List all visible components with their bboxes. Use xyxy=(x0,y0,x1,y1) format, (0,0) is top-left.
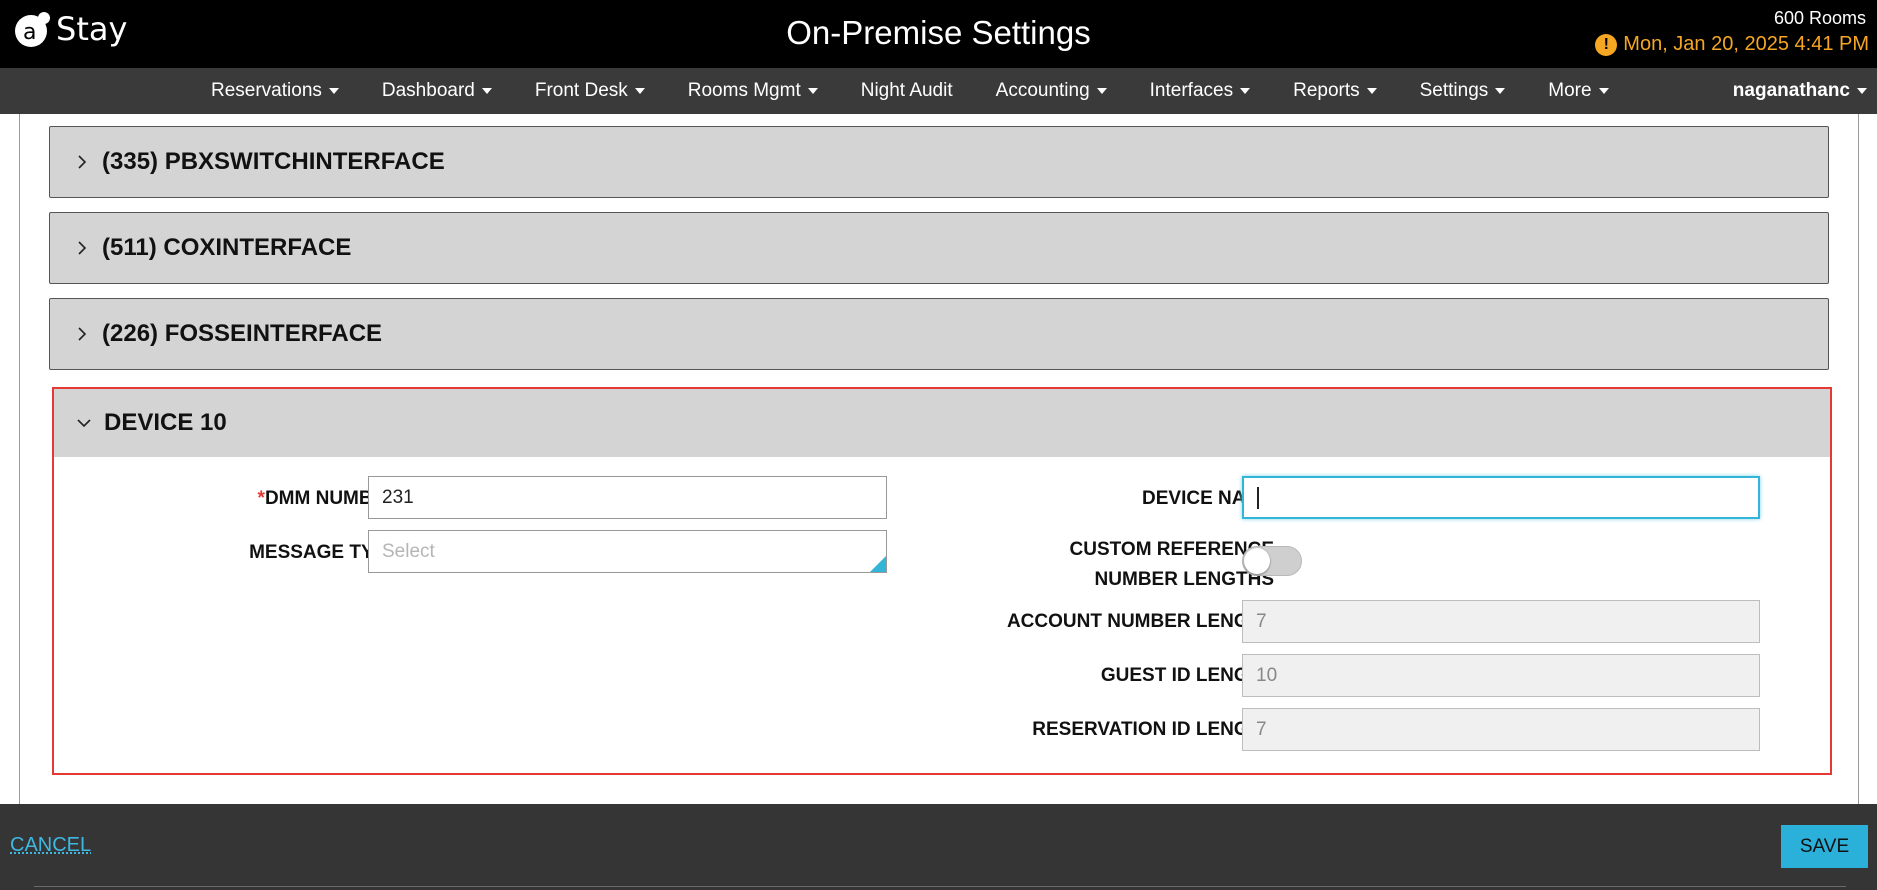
nav-item-front-desk[interactable]: Front Desk xyxy=(535,80,645,102)
main-nav: Reservations Dashboard Front Desk Rooms … xyxy=(0,68,1877,114)
user-menu[interactable]: naganathanc xyxy=(1733,68,1867,114)
reservation-id-length-value: 7 xyxy=(1256,718,1267,740)
nav-item-reservations[interactable]: Reservations xyxy=(211,80,339,102)
account-number-length-input: 7 xyxy=(1242,600,1760,643)
guest-id-length-value: 10 xyxy=(1256,664,1278,686)
chevron-down-icon xyxy=(72,411,96,435)
caret-down-icon xyxy=(1366,88,1377,94)
caret-down-icon xyxy=(1857,88,1867,94)
user-name: naganathanc xyxy=(1732,80,1850,101)
guest-id-length-label: GUEST ID LENGTH xyxy=(1100,665,1274,686)
account-number-length-label: ACCOUNT NUMBER LENGTH xyxy=(1006,611,1274,632)
panel-title: (511) COXINTERFACE xyxy=(102,234,352,261)
caret-down-icon xyxy=(1096,88,1107,94)
caret-down-icon xyxy=(1598,88,1609,94)
alert-icon[interactable]: ! xyxy=(1595,33,1618,56)
cancel-button[interactable]: CANCEL xyxy=(10,834,91,857)
required-marker: * xyxy=(257,488,265,509)
panel-header-pbxswitch[interactable]: (335) PBXSWITCHINTERFACE xyxy=(49,126,1829,198)
device-panel: DEVICE 10 *DMM NUMBER 231 MESSAGE TYPE S… xyxy=(52,387,1832,775)
save-button[interactable]: SAVE xyxy=(1781,825,1868,868)
nav-item-accounting[interactable]: Accounting xyxy=(996,80,1107,102)
business-date-text: Mon, Jan 20, 2025 4:41 PM xyxy=(1623,33,1869,55)
account-number-length-value: 7 xyxy=(1256,610,1267,632)
nav-item-interfaces[interactable]: Interfaces xyxy=(1150,80,1251,102)
business-date: ! Mon, Jan 20, 2025 4:41 PM xyxy=(1595,33,1869,56)
nav-menu: Reservations Dashboard Front Desk Rooms … xyxy=(211,68,1652,114)
reservation-id-length-input: 7 xyxy=(1242,708,1760,751)
nav-item-settings[interactable]: Settings xyxy=(1420,80,1506,102)
dmm-number-input[interactable]: 231 xyxy=(368,476,887,519)
chevron-right-icon xyxy=(70,236,94,260)
nav-item-night-audit[interactable]: Night Audit xyxy=(861,80,953,102)
device-title: DEVICE 10 xyxy=(104,409,227,436)
dmm-number-value: 231 xyxy=(382,486,414,508)
guest-id-length-input: 10 xyxy=(1242,654,1760,697)
caret-down-icon xyxy=(481,88,492,94)
caret-down-icon xyxy=(1495,88,1506,94)
panel-title: (226) FOSSEINTERFACE xyxy=(102,320,383,347)
panel-title: (335) PBXSWITCHINTERFACE xyxy=(102,148,445,175)
panel-header-fosse[interactable]: (226) FOSSEINTERFACE xyxy=(49,298,1829,370)
footer-divider xyxy=(34,886,1846,887)
caret-down-icon xyxy=(634,88,645,94)
message-type-select[interactable]: Select xyxy=(368,530,887,573)
nav-item-reports[interactable]: Reports xyxy=(1293,80,1377,102)
room-count: 600 Rooms xyxy=(1773,8,1866,28)
device-panel-header[interactable]: DEVICE 10 xyxy=(54,389,1830,457)
caret-down-icon xyxy=(328,88,339,94)
nav-item-rooms-mgmt[interactable]: Rooms Mgmt xyxy=(688,80,818,102)
chevron-right-icon xyxy=(70,322,94,346)
reservation-id-length-label: RESERVATION ID LENGTH xyxy=(1032,719,1274,740)
custom-reference-toggle[interactable] xyxy=(1242,546,1302,576)
text-cursor xyxy=(1257,486,1259,509)
message-type-label: MESSAGE TYPE xyxy=(249,542,399,563)
device-name-input[interactable] xyxy=(1242,476,1760,519)
action-footer: CANCEL SAVE xyxy=(0,804,1877,890)
message-type-placeholder: Select xyxy=(382,540,435,562)
device-name-label: DEVICE NAME xyxy=(1142,488,1274,509)
custom-reference-label: CUSTOM REFERENCE NUMBER LENGTHS xyxy=(1069,539,1274,590)
nav-item-dashboard[interactable]: Dashboard xyxy=(382,80,492,102)
caret-down-icon xyxy=(807,88,818,94)
top-header: a Stay On-Premise Settings 600 Rooms ! M… xyxy=(0,0,1877,68)
panel-header-cox[interactable]: (511) COXINTERFACE xyxy=(49,212,1829,284)
dmm-number-label: *DMM NUMBER xyxy=(257,488,399,509)
nav-item-more[interactable]: More xyxy=(1548,80,1609,102)
toggle-knob xyxy=(1244,548,1270,574)
caret-down-icon xyxy=(1240,88,1251,94)
dropdown-corner-icon xyxy=(870,556,886,572)
chevron-right-icon xyxy=(70,150,94,174)
